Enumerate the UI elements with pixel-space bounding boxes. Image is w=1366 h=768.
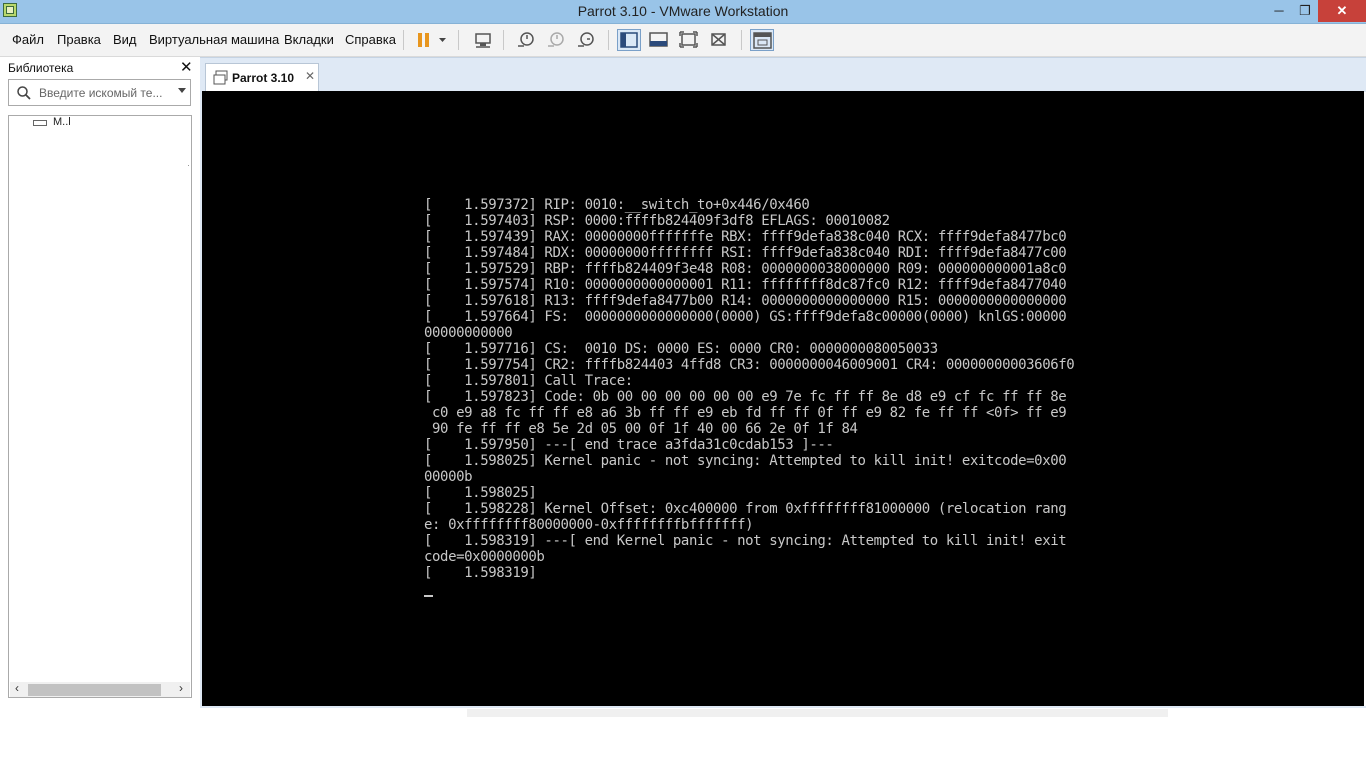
console-line: [ 1.597484] RDX: 00000000ffffffff RSI: f… xyxy=(424,245,1067,261)
console-line: [ 1.597439] RAX: 00000000fffffffe RBX: f… xyxy=(424,229,1067,245)
snapshot-take-icon[interactable] xyxy=(514,29,538,51)
library-view-icon[interactable] xyxy=(617,29,641,51)
tab-parrot[interactable]: Parrot 3.10 ✕ xyxy=(205,63,319,92)
menu-tabs[interactable]: Вкладки xyxy=(284,32,334,47)
library-title: Библиотека xyxy=(8,61,74,75)
console-output: [ 1.597372] RIP: 0010:__switch_to+0x446/… xyxy=(424,197,1154,581)
close-window-button[interactable]: ✕ xyxy=(1318,0,1366,22)
toolbar-separator xyxy=(608,30,609,50)
horizontal-scrollbar[interactable]: ‹ › xyxy=(10,681,190,697)
console-line: 00000000000 xyxy=(424,325,513,341)
title-bar: Parrot 3.10 - VMware Workstation ─ ❐ ✕ xyxy=(0,0,1366,24)
console-line: [ 1.597403] RSP: 0000:ffffb824409f3df8 E… xyxy=(424,213,890,229)
pause-icon[interactable] xyxy=(412,29,436,51)
window-title: Parrot 3.10 - VMware Workstation xyxy=(577,3,789,19)
console-line: c0 e9 a8 fc ff ff e8 a6 3b ff ff e9 eb f… xyxy=(424,405,1067,421)
frame-border xyxy=(200,706,1366,708)
vm-console-screen[interactable]: [ 1.597372] RIP: 0010:__switch_to+0x446/… xyxy=(202,91,1364,706)
snapshot-revert-icon[interactable] xyxy=(544,29,568,51)
console-line: e: 0xffffffff80000000-0xffffffffbfffffff… xyxy=(424,517,754,533)
full-screen-icon[interactable] xyxy=(677,29,701,51)
tab-close-icon[interactable]: ✕ xyxy=(305,69,315,83)
menu-edit[interactable]: Правка xyxy=(57,32,101,47)
toolbar-separator xyxy=(403,30,404,50)
console-line: [ 1.598228] Kernel Offset: 0xc400000 fro… xyxy=(424,501,1067,517)
library-close-button[interactable]: ✕ xyxy=(180,58,193,76)
tab-label: Parrot 3.10 xyxy=(232,71,295,85)
vm-folder-icon xyxy=(33,120,47,126)
library-header: Библиотека ✕ xyxy=(0,57,200,77)
console-line: [ 1.598025] xyxy=(424,485,537,501)
library-tree[interactable]: M..l · ‹ › xyxy=(8,115,192,698)
scroll-right-button[interactable]: › xyxy=(179,681,183,695)
console-line: [ 1.597529] RBP: ffffb824409f3e48 R08: 0… xyxy=(424,261,1067,277)
minimize-button[interactable]: ─ xyxy=(1268,0,1290,22)
vm-icon xyxy=(213,70,229,91)
menu-file[interactable]: Файл xyxy=(12,32,44,47)
menu-view[interactable]: Вид xyxy=(113,32,137,47)
console-line: [ 1.597574] R10: 0000000000000001 R11: f… xyxy=(424,277,1067,293)
console-line: 90 fe ff ff e8 5e 2d 05 00 0f 1f 40 00 6… xyxy=(424,421,858,437)
console-line: [ 1.597754] CR2: ffffb824403 4ffd8 CR3: … xyxy=(424,357,1075,373)
tab-strip: Parrot 3.10 ✕ xyxy=(200,57,1366,92)
scrollbar-thumb[interactable] xyxy=(28,684,161,696)
library-search-box[interactable] xyxy=(8,79,191,106)
scroll-left-button[interactable]: ‹ xyxy=(15,681,19,695)
bottom-scroll-area xyxy=(467,709,1168,717)
console-line: [ 1.597372] RIP: 0010:__switch_to+0x446/… xyxy=(424,197,810,213)
toolbar-separator xyxy=(458,30,459,50)
console-line: [ 1.598319] ---[ end Kernel panic - not … xyxy=(424,533,1067,549)
tree-item-label: M..l xyxy=(53,116,71,128)
resize-grip-icon: · xyxy=(187,160,190,170)
console-line: [ 1.597664] FS: 0000000000000000(0000) G… xyxy=(424,309,1067,325)
menu-help[interactable]: Справка xyxy=(345,32,396,47)
console-line: 00000b xyxy=(424,469,473,485)
text-cursor xyxy=(424,595,433,597)
console-line: [ 1.597618] R13: ffff9defa8477b00 R14: 0… xyxy=(424,293,1067,309)
unity-icon[interactable] xyxy=(707,29,731,51)
search-input[interactable] xyxy=(39,84,169,101)
dropdown-icon[interactable] xyxy=(434,29,450,51)
menu-vm[interactable]: Виртуальная машина xyxy=(149,32,279,47)
console-line: [ 1.597716] CS: 0010 DS: 0000 ES: 0000 C… xyxy=(424,341,938,357)
menu-toolbar: Файл Правка Вид Виртуальная машина Вклад… xyxy=(0,24,1366,57)
maximize-button[interactable]: ❐ xyxy=(1294,0,1316,22)
thumbnail-bar-icon[interactable] xyxy=(647,29,671,51)
console-line: [ 1.597801] Call Trace: xyxy=(424,373,633,389)
toolbar-separator xyxy=(503,30,504,50)
console-view-icon[interactable] xyxy=(750,29,774,51)
chevron-down-icon[interactable] xyxy=(178,88,186,93)
console-line: [ 1.597823] Code: 0b 00 00 00 00 00 00 e… xyxy=(424,389,1067,405)
search-icon xyxy=(17,86,31,105)
console-line: [ 1.598025] Kernel panic - not syncing: … xyxy=(424,453,1067,469)
console-line: code=0x0000000b xyxy=(424,549,545,565)
toolbar-separator xyxy=(741,30,742,50)
console-line: [ 1.597950] ---[ end trace a3fda31c0cdab… xyxy=(424,437,834,453)
console-line: [ 1.598319] xyxy=(424,565,537,581)
send-ctrl-alt-del-icon[interactable] xyxy=(471,29,495,51)
snapshot-manager-icon[interactable] xyxy=(574,29,598,51)
